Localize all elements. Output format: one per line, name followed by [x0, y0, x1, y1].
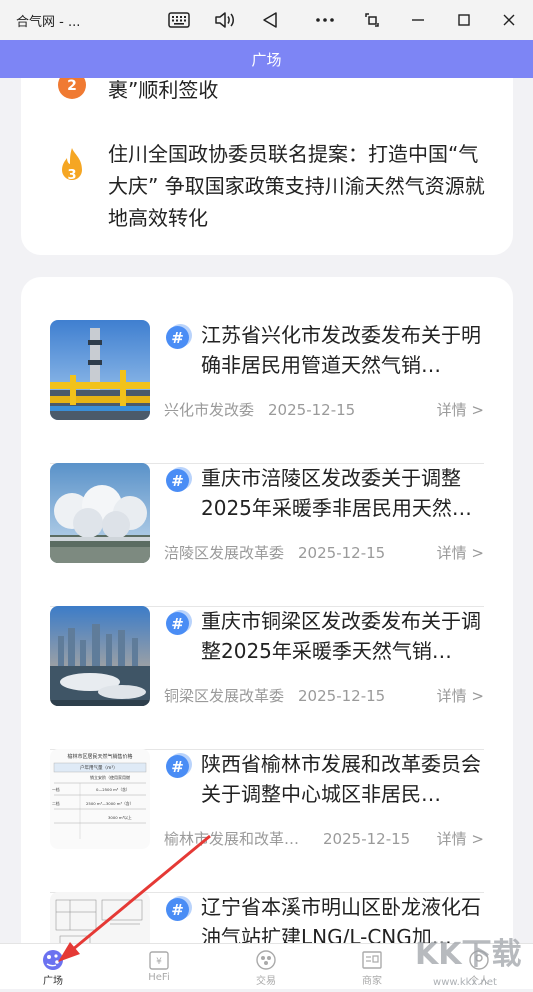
svg-text:二档: 二档 [52, 801, 60, 806]
nav-label: 交易 [256, 976, 276, 987]
site-watermark: KK下载 www.kkx.net [393, 930, 533, 988]
more-icon[interactable] [313, 8, 337, 32]
close-icon[interactable] [497, 8, 521, 32]
news-source: 铜梁区发展改革委 [164, 687, 285, 705]
news-date: 2025-12-15 [268, 401, 356, 419]
news-detail-link[interactable]: 详情 > [437, 828, 484, 849]
news-thumbnail-pipeline [50, 320, 150, 420]
news-item[interactable]: # 重庆市铜梁区发改委发布关于调整2025年采暖季天然气销… 铜梁区发展改革委 2… [50, 606, 484, 750]
svg-text:3000 m³以上: 3000 m³以上 [108, 815, 132, 820]
svg-text:3: 3 [67, 168, 76, 183]
window-titlebar: 合气网 - ... [0, 0, 533, 41]
news-item[interactable]: 榆林市区居民天然气销售价格 户年用气量（m³） 销立安阶（使用家用燃 一档 0—… [50, 749, 484, 893]
volume-icon[interactable] [213, 8, 237, 32]
news-detail-link[interactable]: 详情 > [437, 685, 484, 706]
svg-text:0—2500 m³（含）: 0—2500 m³（含） [96, 787, 130, 792]
topic-hash-icon: # [166, 755, 189, 778]
news-item[interactable]: # 重庆市涪陵区发改委关于调整2025年采暖季非居民用天然… 涪陵区发展改革委 2… [50, 463, 484, 607]
news-thumbnail-price-table: 榆林市区居民天然气销售价格 户年用气量（m³） 销立安阶（使用家用燃 一档 0—… [50, 749, 150, 849]
topic-hash-icon: # [166, 612, 189, 635]
svg-text:www.kkx.net: www.kkx.net [433, 977, 497, 988]
svg-text:销立安阶（使用家用燃: 销立安阶（使用家用燃 [90, 774, 130, 780]
hot-rank-flame-badge: 3 [57, 146, 87, 186]
svg-text:KK下载: KK下载 [415, 937, 522, 972]
news-title[interactable]: 陕西省榆林市发展和改革委员会关于调整中心城区非居民… [201, 749, 484, 809]
nav-label: 广场 [43, 976, 63, 987]
back-triangle-icon[interactable] [258, 8, 282, 32]
topic-hash-icon: # [166, 898, 189, 921]
minimize-icon[interactable] [406, 8, 430, 32]
news-meta: 兴化市发改委 2025-12-15 [164, 399, 355, 420]
svg-text:户年用气量（m³）: 户年用气量（m³） [80, 764, 118, 771]
trade-icon [254, 948, 278, 972]
news-thumbnail-city-tanks [50, 606, 150, 706]
wallet-icon: ¥ [147, 948, 171, 972]
page-header: 广场 [0, 40, 533, 78]
news-item[interactable]: # 江苏省兴化市发改委发布关于明确非居民用管道天然气销… 兴化市发改委 2025-… [50, 320, 484, 464]
news-thumbnail-gas-spheres [50, 463, 150, 563]
hot-item-title[interactable]: 住川全国政协委员联名提案：打造中国“气大庆” 争取国家政策支持川渝天然气资源就地… [108, 138, 488, 234]
news-title[interactable]: 重庆市涪陵区发改委关于调整2025年采暖季非居民用天然… [201, 463, 484, 523]
news-detail-link[interactable]: 详情 > [437, 542, 484, 563]
svg-text:2: 2 [67, 78, 77, 94]
news-meta: 榆林市发展和改革… 2025-12-15 [164, 828, 410, 849]
content-scroll[interactable]: 2 裹”顺利签收 3 住川全国政协委员联名提案：打造中国“气大庆” 争取国家政策… [0, 78, 533, 943]
topic-hash-icon: # [166, 469, 189, 492]
svg-text:2500 m³—3000 m³（含）: 2500 m³—3000 m³（含） [86, 801, 133, 806]
svg-text:¥: ¥ [156, 957, 162, 967]
news-meta: 涪陵区发展改革委 2025-12-15 [164, 542, 385, 563]
svg-text:榆林市区居民天然气销售价格: 榆林市区居民天然气销售价格 [67, 753, 132, 760]
news-source: 兴化市发改委 [164, 401, 255, 419]
news-meta: 铜梁区发展改革委 2025-12-15 [164, 685, 385, 706]
topic-hash-icon: # [166, 326, 189, 349]
keyboard-icon[interactable] [167, 8, 191, 32]
news-list-card: # 江苏省兴化市发改委发布关于明确非居民用管道天然气销… 兴化市发改委 2025-… [21, 277, 513, 943]
news-date: 2025-12-15 [298, 544, 386, 562]
window-title: 合气网 - ... [16, 15, 81, 30]
news-thumbnail-plan-drawing [50, 892, 150, 943]
hot-item-title[interactable]: 裹”顺利签收 [108, 78, 488, 106]
nav-tab-hefi[interactable]: ¥ HeFi [129, 944, 189, 989]
news-source: 涪陵区发展改革委 [164, 544, 285, 562]
news-date: 2025-12-15 [323, 830, 411, 848]
news-date: 2025-12-15 [298, 687, 386, 705]
maximize-icon[interactable] [452, 8, 476, 32]
news-source: 榆林市发展和改革… [164, 830, 300, 848]
news-title[interactable]: 重庆市铜梁区发改委发布关于调整2025年采暖季天然气销… [201, 606, 484, 666]
hot-rank-badge: 2 [57, 78, 87, 100]
nav-tab-plaza[interactable]: 广场 [23, 944, 83, 989]
screen-rotate-icon[interactable] [360, 8, 384, 32]
svg-text:一档: 一档 [52, 787, 60, 792]
nav-label: HeFi [148, 972, 170, 983]
news-title[interactable]: 江苏省兴化市发改委发布关于明确非居民用管道天然气销… [201, 320, 484, 380]
hot-list-card: 2 裹”顺利签收 3 住川全国政协委员联名提案：打造中国“气大庆” 争取国家政策… [21, 78, 513, 255]
page-title: 广场 [251, 50, 282, 69]
news-detail-link[interactable]: 详情 > [437, 399, 484, 420]
nav-tab-trade[interactable]: 交易 [236, 944, 296, 989]
plaza-icon [41, 948, 65, 972]
merchant-icon [360, 948, 384, 972]
